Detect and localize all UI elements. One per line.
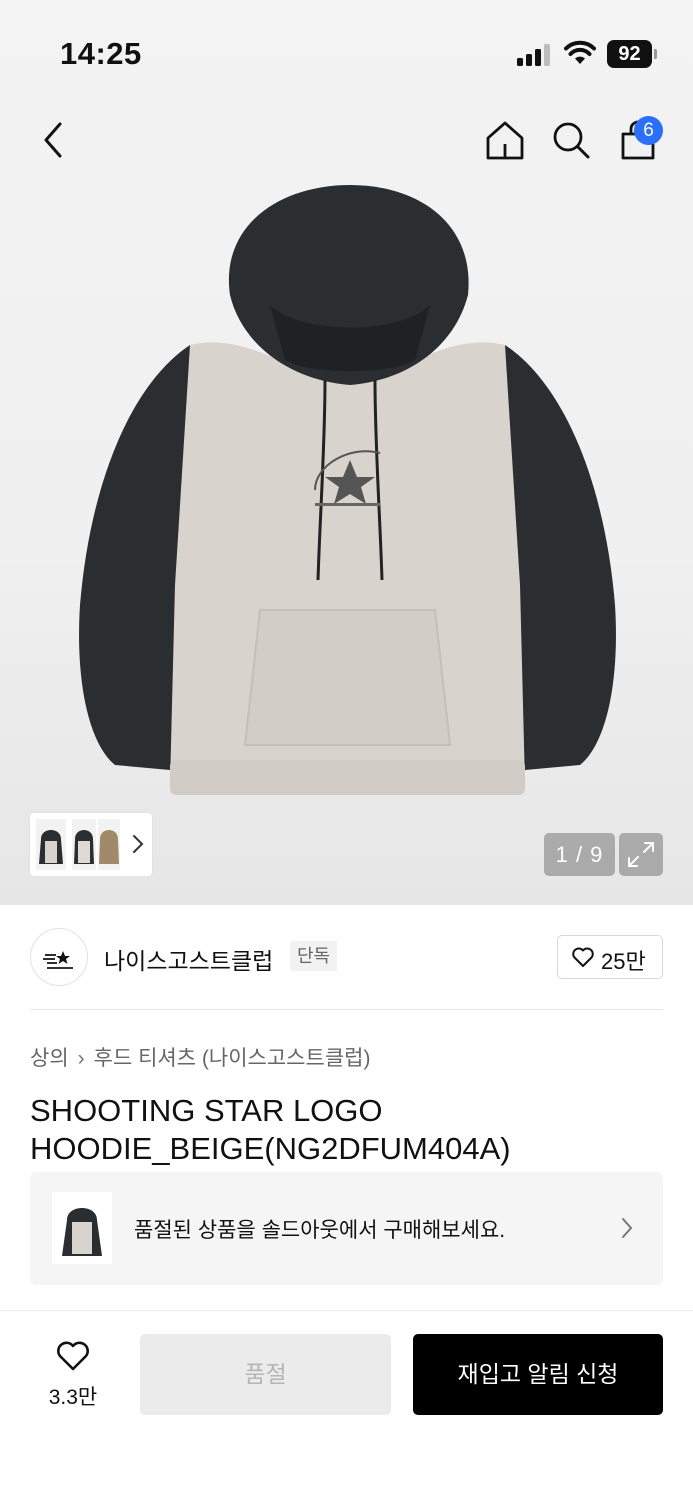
battery-level: 92 (607, 40, 652, 68)
product-gallery[interactable]: 14:25 92 6 1 / 9 (0, 0, 693, 905)
chevron-right-icon[interactable] (132, 834, 144, 854)
cart-count-badge: 6 (634, 116, 663, 145)
wishlist-count: 3.3만 (48, 1386, 98, 1409)
resale-text: 품절된 상품을 솔드아웃에서 구매해보세요. (134, 1219, 506, 1242)
brand-logo[interactable] (30, 928, 88, 986)
search-icon[interactable] (550, 118, 592, 162)
soldout-button[interactable]: 품절 (140, 1334, 391, 1415)
product-image (79, 185, 616, 795)
thumbnail-strip[interactable] (30, 813, 152, 876)
restock-alert-button[interactable]: 재입고 알림 신청 (413, 1334, 663, 1415)
wishlist-button[interactable]: 3.3만 (30, 1334, 116, 1415)
resale-banner[interactable]: 품절된 상품을 솔드아웃에서 구매해보세요. (30, 1172, 663, 1285)
home-icon[interactable] (484, 118, 526, 162)
breadcrumb: 상의 › 후드 티셔츠 (나이스고스트클럽) (30, 1042, 370, 1072)
brand-row: 나이스고스트클럽 단독 25만 (30, 927, 663, 987)
top-nav (0, 110, 693, 170)
resale-thumbnail (52, 1192, 112, 1264)
divider (30, 1009, 663, 1010)
brand-logo-mark (43, 951, 73, 969)
heart-icon (57, 1341, 89, 1371)
expand-icon (628, 842, 654, 867)
image-counter: 1 / 9 (544, 833, 615, 876)
status-time: 14:25 (60, 36, 142, 71)
brand-like-button[interactable]: 25만 (557, 935, 663, 979)
cellular-signal-icon (517, 44, 550, 66)
thumbnail-black[interactable] (36, 819, 66, 870)
wifi-icon (564, 40, 596, 64)
product-title: SHOOTING STAR LOGO HOODIE_BEIGE(NG2DFUM4… (30, 1093, 511, 1166)
back-chevron-icon[interactable] (36, 120, 72, 160)
brand-like-count: 25만 (601, 949, 646, 974)
expand-button[interactable] (619, 833, 663, 876)
chevron-right-icon: › (77, 1047, 85, 1070)
status-bar: 14:25 92 (0, 0, 693, 100)
battery-icon: 92 (607, 40, 657, 68)
thumbnail-khaki[interactable] (98, 819, 120, 870)
brand-name[interactable]: 나이스고스트클럽 (104, 942, 273, 976)
breadcrumb-category[interactable]: 상의 (30, 1047, 69, 1070)
thumbnail-beige-dark[interactable] (72, 819, 96, 870)
heart-icon (572, 947, 594, 967)
chevron-right-icon (622, 1218, 633, 1238)
exclusive-tag: 단독 (290, 941, 338, 971)
breadcrumb-subcategory[interactable]: 후드 티셔츠 (나이스고스트클럽) (94, 1047, 371, 1070)
bottom-bar-divider (0, 1310, 693, 1311)
